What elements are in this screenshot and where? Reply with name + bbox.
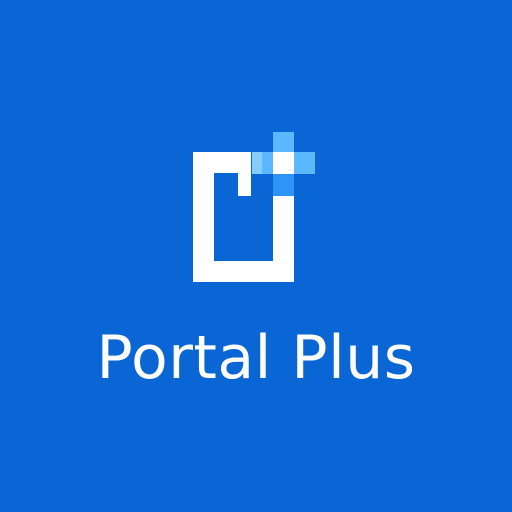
portal-plus-logo-icon bbox=[193, 132, 315, 282]
brand-name: Portal Plus bbox=[96, 323, 416, 393]
splash-screen: Portal Plus bbox=[0, 0, 512, 512]
plus-icon bbox=[252, 132, 315, 196]
